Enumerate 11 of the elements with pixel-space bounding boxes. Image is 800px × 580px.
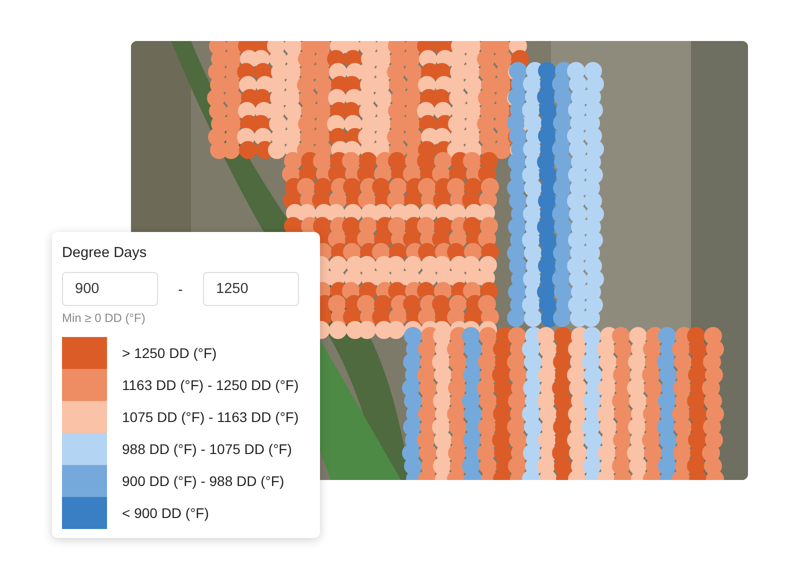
legend-title: Degree Days (62, 245, 148, 261)
legend-label: 988 DD (°F) - 1075 DD (°F) (122, 441, 292, 457)
legend-label: 900 DD (°F) - 988 DD (°F) (122, 473, 284, 489)
legend-label: > 1250 DD (°F) (122, 345, 217, 361)
min-input-field[interactable]: 900 (62, 272, 158, 306)
range-separator: - (177, 281, 184, 297)
max-input-field[interactable]: 1250 (203, 272, 299, 306)
legend-label: 1163 DD (°F) - 1250 DD (°F) (122, 377, 299, 393)
hint-text: Min ≥ 0 DD (°F) (62, 311, 146, 325)
legend-label: 1075 DD (°F) - 1163 DD (°F) (122, 409, 299, 425)
legend-label: < 900 DD (°F) (122, 505, 209, 521)
